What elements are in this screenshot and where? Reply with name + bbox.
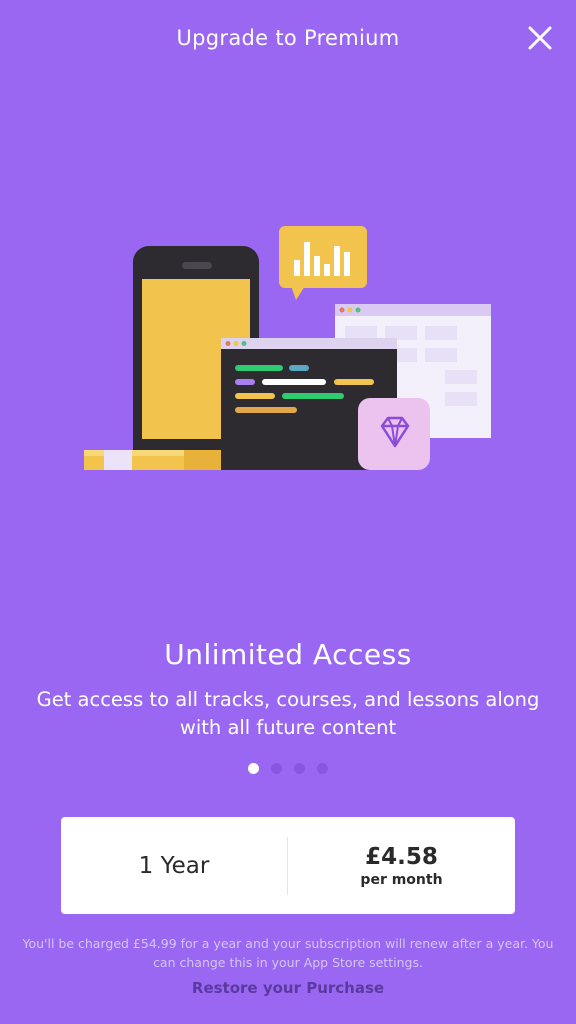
plan-price-unit: per month bbox=[360, 871, 443, 888]
pagination-dot[interactable] bbox=[294, 763, 305, 774]
plan-period: 1 Year bbox=[138, 852, 210, 879]
bar-chart-speech-bubble-icon bbox=[279, 226, 367, 300]
pagination-dot[interactable] bbox=[248, 763, 259, 774]
feature-headline: Unlimited Access bbox=[164, 638, 412, 671]
close-button[interactable] bbox=[524, 22, 556, 54]
plan-price-block: £4.58 per month bbox=[288, 844, 515, 888]
plan-price: £4.58 bbox=[365, 843, 438, 870]
subscription-disclaimer: You'll be charged £54.99 for a year and … bbox=[22, 936, 554, 970]
page-title: Upgrade to Premium bbox=[176, 26, 400, 50]
restore-purchase-link[interactable]: Restore your Purchase bbox=[0, 979, 576, 997]
pagination-dot[interactable] bbox=[271, 763, 282, 774]
close-icon bbox=[528, 26, 552, 50]
pagination-dot[interactable] bbox=[317, 763, 328, 774]
plan-option-button[interactable]: 1 Year £4.58 per month bbox=[61, 817, 515, 914]
hero-illustration bbox=[84, 226, 491, 470]
diamond-badge-icon bbox=[358, 398, 430, 470]
carousel-pagination bbox=[0, 763, 576, 774]
pencil-illustration bbox=[84, 450, 224, 470]
feature-description: Get access to all tracks, courses, and l… bbox=[36, 688, 540, 739]
